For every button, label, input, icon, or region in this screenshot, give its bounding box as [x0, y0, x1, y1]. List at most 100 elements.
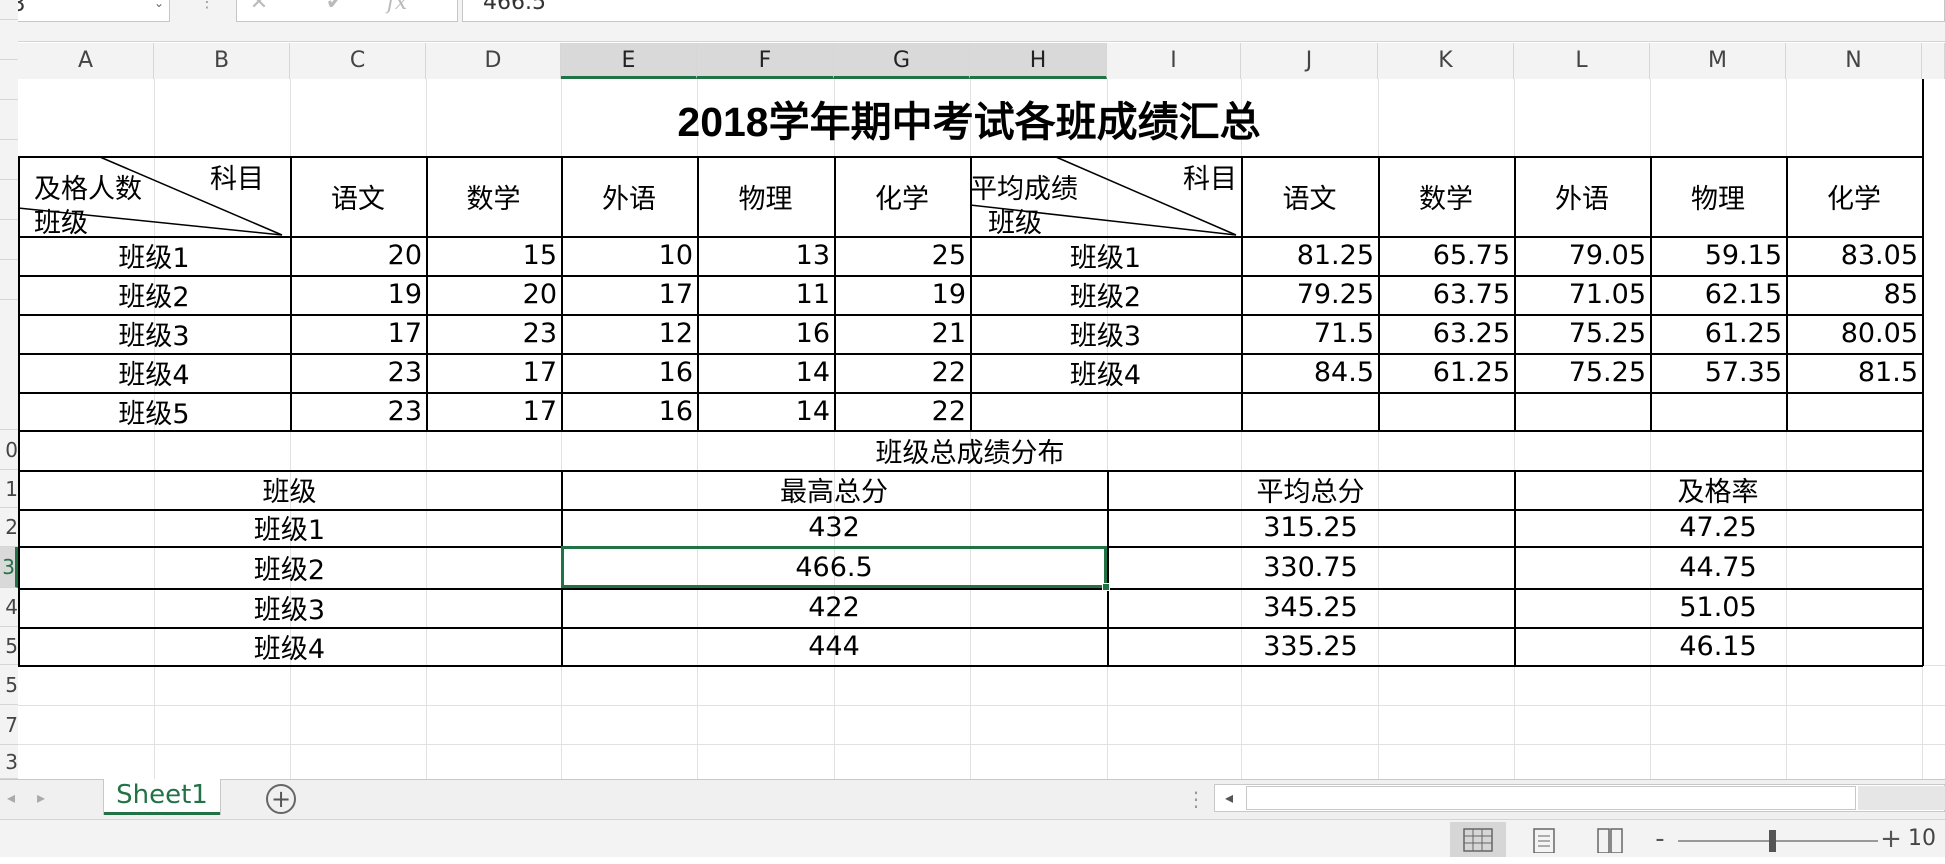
avg-class-label[interactable]: 班级2	[970, 275, 1241, 314]
avg-value-cell[interactable]: 81.25	[1241, 236, 1378, 275]
pass-value-cell[interactable]: 11	[697, 275, 834, 314]
pass-value-cell[interactable]: 23	[290, 392, 426, 430]
avg-value-cell[interactable]: 75.25	[1514, 314, 1650, 353]
pass-value-cell[interactable]: 10	[561, 236, 697, 275]
pass-subject-header[interactable]: 化学	[834, 156, 970, 236]
avg-value-cell[interactable]: 63.75	[1378, 275, 1514, 314]
avg-class-label[interactable]: 班级1	[970, 236, 1241, 275]
avg-value-cell[interactable]: 71.5	[1241, 314, 1378, 353]
distribution-cell[interactable]: 444	[561, 627, 1107, 665]
zoom-in-button[interactable]: +	[1880, 824, 1902, 854]
pass-subject-header[interactable]: 数学	[426, 156, 561, 236]
sheet-tab-sheet1[interactable]: Sheet1	[104, 779, 220, 815]
zoom-level[interactable]: 10	[1908, 824, 1945, 854]
avg-subject-header[interactable]: 外语	[1514, 156, 1650, 236]
pass-value-cell[interactable]: 20	[426, 275, 561, 314]
pass-value-cell[interactable]: 17	[561, 275, 697, 314]
page-layout-icon[interactable]	[1516, 822, 1572, 857]
avg-value-cell[interactable]: 61.25	[1378, 353, 1514, 392]
avg-value-cell[interactable]: 79.05	[1514, 236, 1650, 275]
avg-value-cell[interactable]: 65.75	[1378, 236, 1514, 275]
distribution-cell[interactable]: 班级1	[18, 509, 561, 546]
chevron-right-icon[interactable]: ▸	[30, 779, 52, 817]
grid-view-icon[interactable]	[1450, 822, 1506, 857]
pass-value-cell[interactable]: 21	[834, 314, 970, 353]
pass-value-cell[interactable]: 22	[834, 392, 970, 430]
pass-value-cell[interactable]: 14	[697, 353, 834, 392]
avg-class-label[interactable]: 班级3	[970, 314, 1241, 353]
pass-value-cell[interactable]: 22	[834, 353, 970, 392]
pass-class-label[interactable]: 班级4	[18, 353, 290, 392]
distribution-cell[interactable]: 班级3	[18, 588, 561, 627]
vertical-dots-icon[interactable]: ⋮	[1186, 784, 1206, 814]
pass-value-cell[interactable]: 23	[426, 314, 561, 353]
pass-value-cell[interactable]: 14	[697, 392, 834, 430]
pass-value-cell[interactable]: 16	[561, 353, 697, 392]
scrollbar-track[interactable]	[1858, 786, 1945, 810]
distribution-cell[interactable]: 51.05	[1514, 588, 1922, 627]
avg-value-cell[interactable]: 75.25	[1514, 353, 1650, 392]
distribution-header[interactable]: 最高总分	[561, 470, 1107, 509]
pass-subject-header[interactable]: 语文	[290, 156, 426, 236]
chevron-left-icon[interactable]: ◂	[0, 779, 22, 817]
avg-value-cell[interactable]: 79.25	[1241, 275, 1378, 314]
distribution-cell[interactable]: 班级2	[18, 546, 561, 588]
selected-cell[interactable]	[561, 546, 1107, 588]
fill-handle[interactable]	[1102, 583, 1110, 591]
avg-value-cell[interactable]: 71.05	[1514, 275, 1650, 314]
distribution-header[interactable]: 及格率	[1514, 470, 1922, 509]
avg-value-cell[interactable]: 83.05	[1786, 236, 1922, 275]
pass-value-cell[interactable]: 17	[426, 392, 561, 430]
pass-value-cell[interactable]: 17	[290, 314, 426, 353]
chevron-left-icon[interactable]: ◂	[1214, 784, 1244, 812]
avg-subject-header[interactable]: 语文	[1241, 156, 1378, 236]
distribution-cell[interactable]: 315.25	[1107, 509, 1514, 546]
distribution-header[interactable]: 平均总分	[1107, 470, 1514, 509]
pass-value-cell[interactable]: 20	[290, 236, 426, 275]
avg-class-label[interactable]: 班级4	[970, 353, 1241, 392]
avg-value-cell[interactable]: 61.25	[1650, 314, 1786, 353]
pass-value-cell[interactable]: 15	[426, 236, 561, 275]
scrollbar-thumb[interactable]	[1246, 786, 1856, 810]
distribution-cell[interactable]: 44.75	[1514, 546, 1922, 588]
avg-value-cell[interactable]: 81.5	[1786, 353, 1922, 392]
avg-value-cell[interactable]: 63.25	[1378, 314, 1514, 353]
pass-value-cell[interactable]: 25	[834, 236, 970, 275]
distribution-title[interactable]: 班级总成绩分布	[18, 430, 1922, 470]
distribution-cell[interactable]: 46.15	[1514, 627, 1922, 665]
avg-value-cell[interactable]: 62.15	[1650, 275, 1786, 314]
pass-value-cell[interactable]: 16	[697, 314, 834, 353]
pass-class-label[interactable]: 班级5	[18, 392, 290, 430]
distribution-header[interactable]: 班级	[18, 470, 561, 509]
pass-value-cell[interactable]: 16	[561, 392, 697, 430]
distribution-cell[interactable]: 422	[561, 588, 1107, 627]
avg-value-cell[interactable]: 85	[1786, 275, 1922, 314]
pass-value-cell[interactable]: 19	[834, 275, 970, 314]
zoom-slider-thumb[interactable]	[1769, 830, 1776, 852]
pass-value-cell[interactable]: 13	[697, 236, 834, 275]
plus-circle-icon[interactable]: +	[266, 784, 296, 814]
pass-subject-header[interactable]: 物理	[697, 156, 834, 236]
zoom-out-button[interactable]: -	[1650, 824, 1670, 854]
pass-value-cell[interactable]: 12	[561, 314, 697, 353]
avg-subject-header[interactable]: 物理	[1650, 156, 1786, 236]
pass-subject-header[interactable]: 外语	[561, 156, 697, 236]
distribution-cell[interactable]: 班级4	[18, 627, 561, 665]
pass-value-cell[interactable]: 17	[426, 353, 561, 392]
pass-class-label[interactable]: 班级2	[18, 275, 290, 314]
avg-value-cell[interactable]: 59.15	[1650, 236, 1786, 275]
avg-subject-header[interactable]: 数学	[1378, 156, 1514, 236]
distribution-cell[interactable]: 345.25	[1107, 588, 1514, 627]
distribution-cell[interactable]: 330.75	[1107, 546, 1514, 588]
pass-value-cell[interactable]: 19	[290, 275, 426, 314]
distribution-cell[interactable]: 432	[561, 509, 1107, 546]
avg-value-cell[interactable]: 84.5	[1241, 353, 1378, 392]
distribution-cell[interactable]: 335.25	[1107, 627, 1514, 665]
avg-value-cell[interactable]: 57.35	[1650, 353, 1786, 392]
zoom-slider[interactable]	[1678, 840, 1878, 842]
distribution-cell[interactable]: 47.25	[1514, 509, 1922, 546]
pass-class-label[interactable]: 班级1	[18, 236, 290, 275]
avg-value-cell[interactable]: 80.05	[1786, 314, 1922, 353]
avg-subject-header[interactable]: 化学	[1786, 156, 1922, 236]
pass-value-cell[interactable]: 23	[290, 353, 426, 392]
